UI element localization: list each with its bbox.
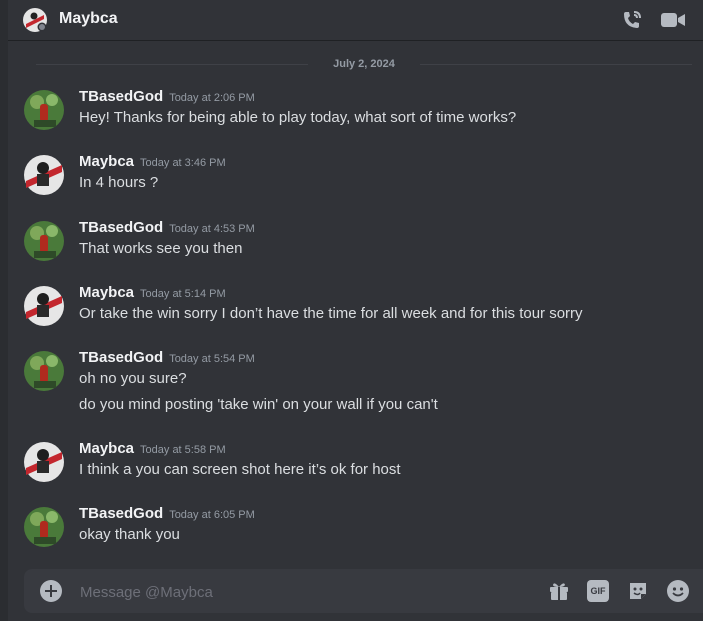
maybca-avatar[interactable] <box>24 286 64 326</box>
divider-line <box>420 64 692 65</box>
gif-button[interactable]: GIF <box>587 580 609 602</box>
left-edge <box>0 0 8 621</box>
message-text: Or take the win sorry I don’t have the t… <box>79 305 583 322</box>
tbasedgod-avatar[interactable] <box>24 221 64 261</box>
message-text: Hey! Thanks for being able to play today… <box>79 109 517 126</box>
emoji-icon[interactable] <box>667 580 689 602</box>
sticker-icon[interactable] <box>627 580 649 602</box>
tbasedgod-avatar[interactable] <box>24 90 64 130</box>
message-author[interactable]: TBasedGod <box>79 88 163 105</box>
divider-line <box>36 64 308 65</box>
message-text: do you mind posting 'take win' on your w… <box>79 396 438 413</box>
message-text: I think a you can screen shot here it’s … <box>79 461 401 478</box>
dm-title: Maybca <box>59 10 118 27</box>
divider-date: July 2, 2024 <box>333 58 395 70</box>
message-timestamp: Today at 5:54 PM <box>169 353 255 365</box>
message-text: In 4 hours ? <box>79 174 159 191</box>
message-author[interactable]: Maybca <box>79 440 134 457</box>
message-text: oh no you sure? <box>79 370 187 387</box>
maybca-avatar[interactable] <box>24 155 64 195</box>
message-text: That works see you then <box>79 240 243 257</box>
message-text: okay thank you <box>79 526 180 543</box>
user-avatar[interactable] <box>23 8 47 32</box>
message-author[interactable]: Maybca <box>79 153 134 170</box>
message-timestamp: Today at 5:14 PM <box>140 288 226 300</box>
message-author[interactable]: Maybca <box>79 284 134 301</box>
date-divider: July 2, 2024 <box>36 58 692 70</box>
message-author[interactable]: TBasedGod <box>79 349 163 366</box>
add-circle-icon[interactable] <box>40 580 62 602</box>
message-timestamp: Today at 6:05 PM <box>169 509 255 521</box>
video-camera-icon[interactable] <box>660 8 686 32</box>
gift-icon[interactable] <box>548 580 570 602</box>
message-author[interactable]: TBasedGod <box>79 219 163 236</box>
tbasedgod-avatar[interactable] <box>24 507 64 547</box>
message-timestamp: Today at 3:46 PM <box>140 157 226 169</box>
message-input[interactable] <box>78 579 482 605</box>
message-timestamp: Today at 5:58 PM <box>140 444 226 456</box>
maybca-avatar[interactable] <box>24 442 64 482</box>
message-timestamp: Today at 4:53 PM <box>169 223 255 235</box>
message-composer: GIF <box>24 569 703 613</box>
message-timestamp: Today at 2:06 PM <box>169 92 255 104</box>
phone-call-icon[interactable] <box>620 8 646 32</box>
chat-header: Maybca <box>8 0 703 40</box>
message-author[interactable]: TBasedGod <box>79 505 163 522</box>
tbasedgod-avatar[interactable] <box>24 351 64 391</box>
